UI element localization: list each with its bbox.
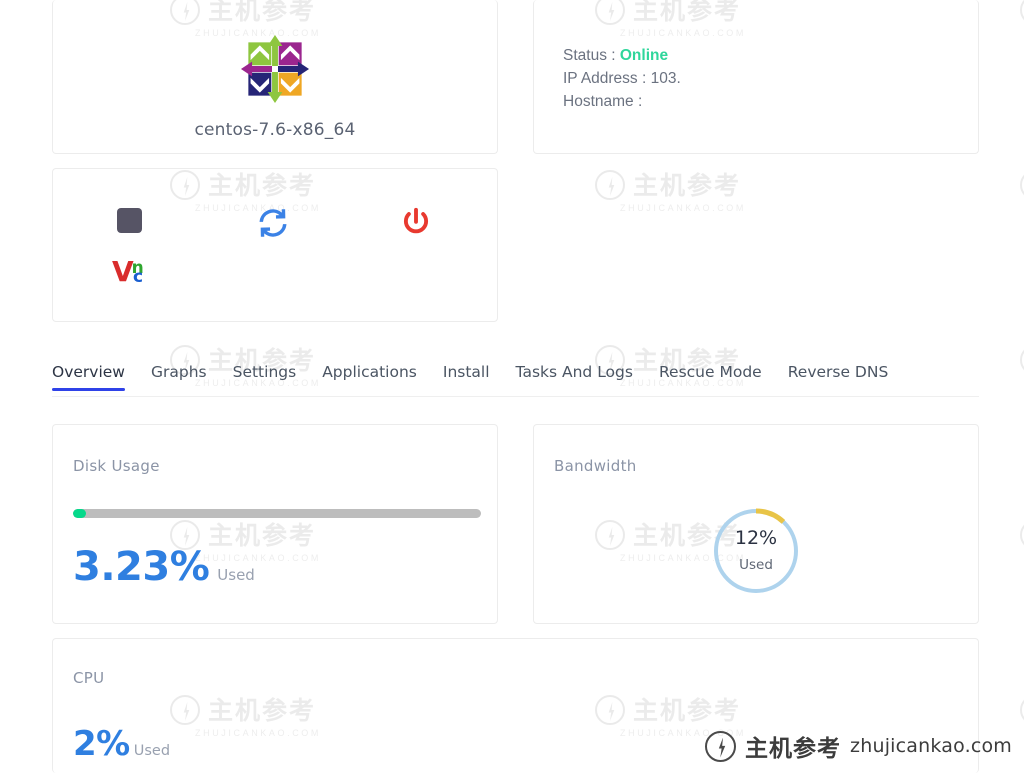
tab-overview[interactable]: Overview [52,363,125,391]
page-root: centos-7.6-x86_64 Status : Online IP Add… [0,0,1024,773]
stop-square-icon [117,208,142,233]
ip-address-row: IP Address : 103. [563,67,681,90]
server-status-card: Status : Online IP Address : 103. Hostna… [533,0,979,154]
tab-install[interactable]: Install [443,363,490,390]
cpu-stat: 2% Used [73,727,170,761]
centos-logo-icon [240,34,310,104]
os-name-label: centos-7.6-x86_64 [194,120,356,140]
power-icon [403,207,429,234]
os-info-card: centos-7.6-x86_64 [52,0,498,154]
server-actions-card: Vn c [52,168,498,322]
brand-name-en: zhujicankao.com [850,735,1012,757]
tab-bar: Overview Graphs Settings Applications Instal… [52,363,979,397]
bolt-circle-logo-icon [705,730,737,762]
cpu-title: CPU [73,669,105,687]
disk-usage-progress-fill [73,509,87,518]
status-label: Status : [563,47,616,64]
power-button[interactable] [401,206,431,243]
status-value: Online [619,47,669,64]
ip-address-label: IP Address : [563,70,647,87]
ip-address-value: 103. [650,70,681,87]
tab-settings[interactable]: Settings [233,363,297,390]
bandwidth-title: Bandwidth [554,457,637,475]
site-brand-logo: 主机参考 zhujicankao.com [705,729,1012,763]
disk-usage-card: Disk Usage 3.23% Used [52,424,498,624]
bandwidth-donut-chart: 12% Used [710,505,802,597]
brand-name-cn: 主机参考 [745,736,842,762]
vnc-button[interactable]: Vn c [112,258,144,286]
restart-button[interactable] [256,207,290,244]
disk-usage-stat: 3.23% Used [73,547,255,587]
bandwidth-used-label: Used [739,557,773,573]
tab-graphs[interactable]: Graphs [151,363,207,390]
tab-applications[interactable]: Applications [322,363,417,390]
disk-usage-progress-track [73,509,481,518]
vnc-logo-icon: Vn c [112,255,144,288]
status-row: Status : Online [563,44,681,67]
hostname-row: Hostname : [563,90,681,113]
tab-tasks-and-logs[interactable]: Tasks And Logs [516,363,633,390]
disk-usage-title: Disk Usage [73,457,160,475]
cpu-used-label: Used [133,743,171,759]
bandwidth-card: Bandwidth 12% Used [533,424,979,624]
disk-usage-used-label: Used [217,566,255,584]
bandwidth-percent: 12% [734,527,778,549]
tab-reverse-dns[interactable]: Reverse DNS [788,363,889,390]
stop-button[interactable] [117,208,142,233]
restart-refresh-icon [259,209,287,237]
tab-rescue-mode[interactable]: Rescue Mode [659,363,762,390]
hostname-label: Hostname : [563,93,643,110]
cpu-percent: 2% [73,724,130,764]
disk-usage-percent: 3.23% [73,544,210,590]
